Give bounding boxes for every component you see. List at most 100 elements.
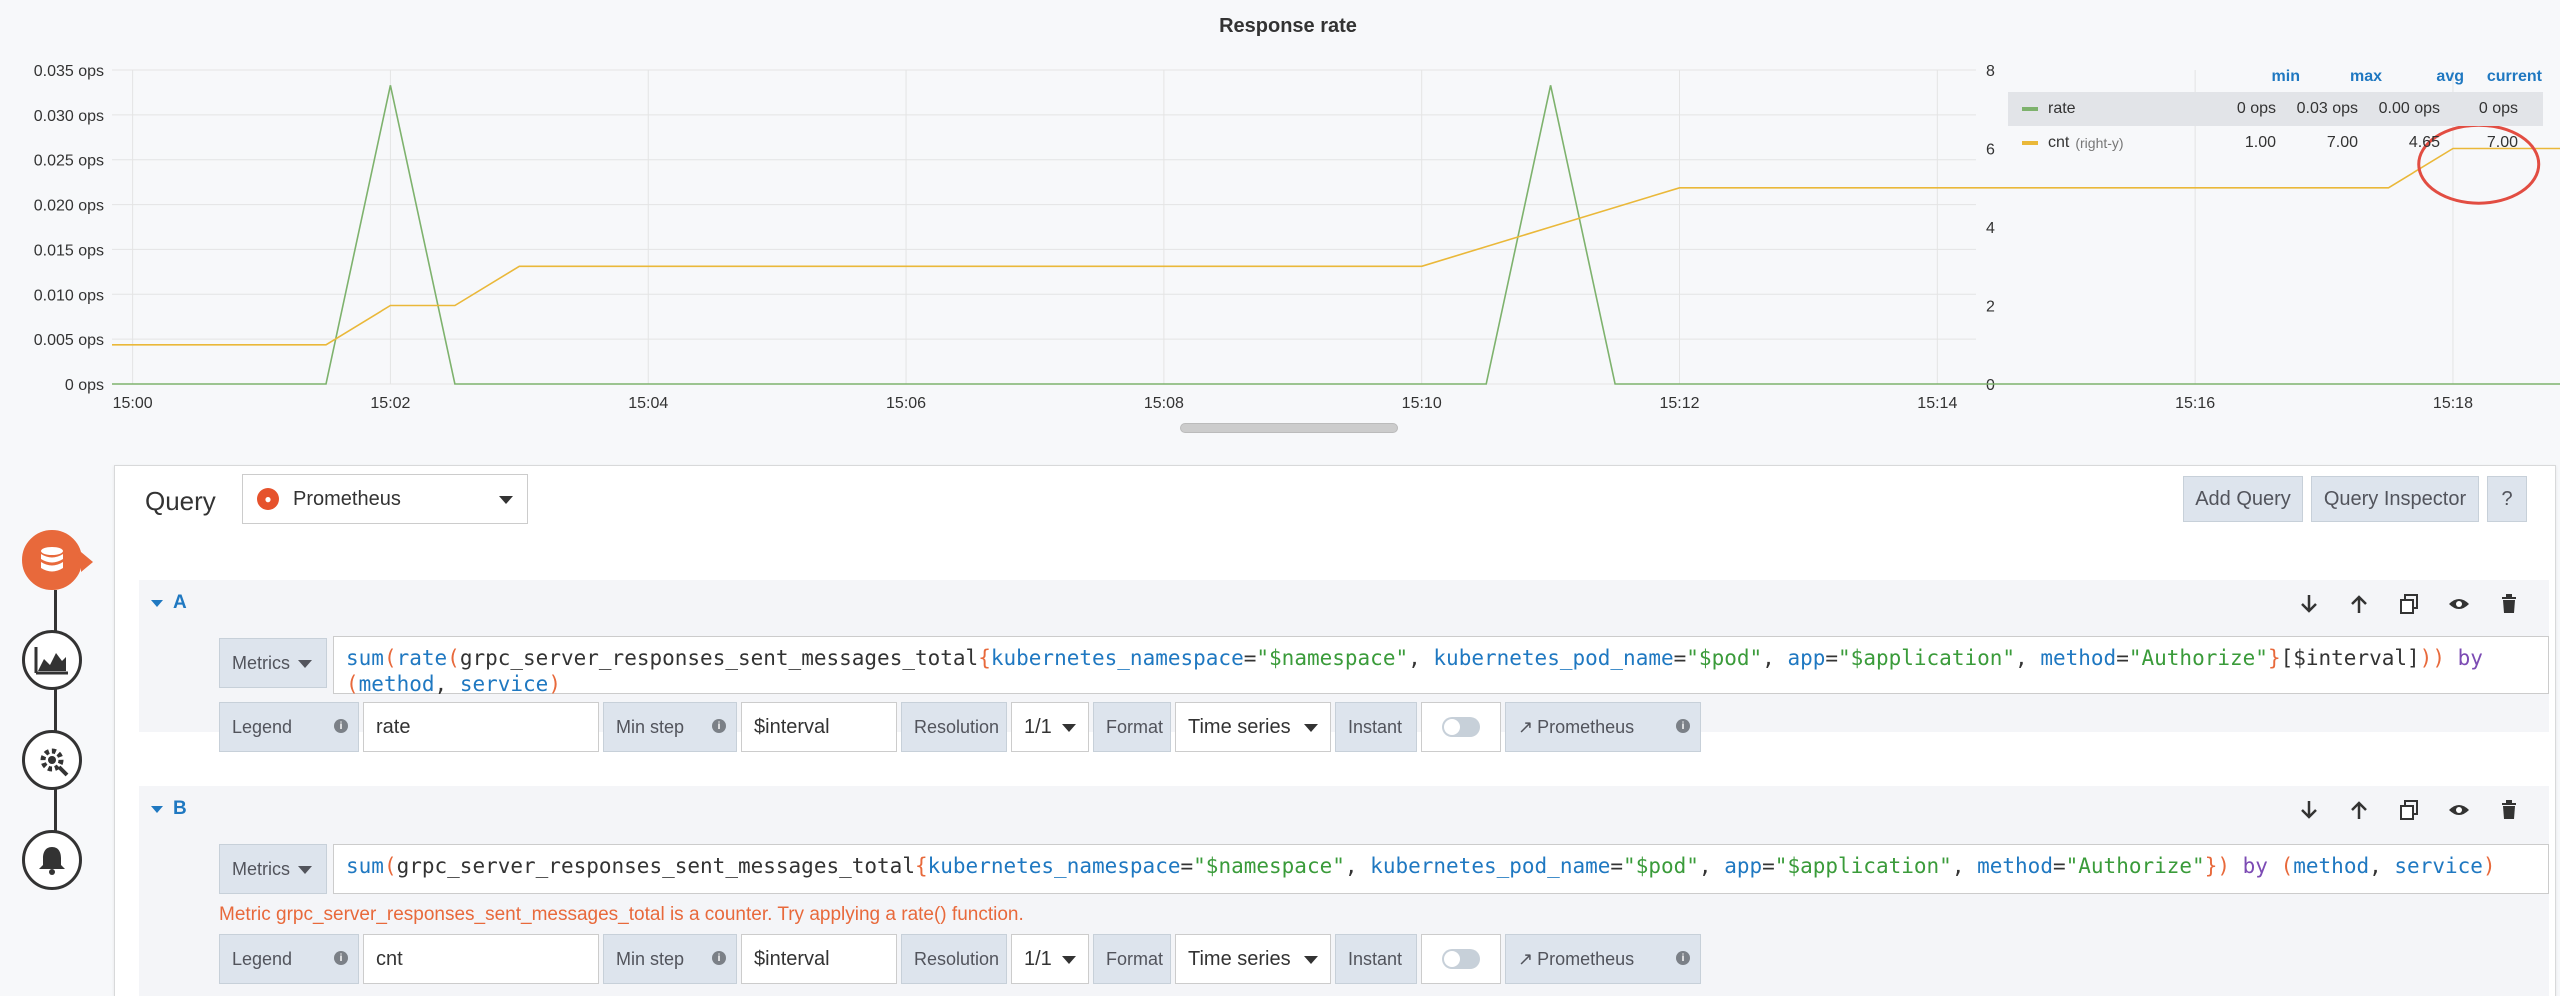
query-section-title: Query — [145, 486, 216, 516]
metrics-button[interactable]: Metrics — [219, 844, 327, 894]
code-token: grpc_server_responses_sent_messages_tota… — [396, 854, 915, 878]
trash-icon[interactable] — [2495, 796, 2523, 824]
alert-bell-icon — [39, 847, 65, 875]
legend-row-rate[interactable]: rate 0 ops 0.03 ops 0.00 ops 0 ops — [2008, 92, 2543, 126]
series-color-swatch[interactable] — [2022, 107, 2038, 111]
query-row-header-b[interactable]: B — [139, 786, 2549, 834]
query-row-header-a[interactable]: A — [139, 580, 2549, 628]
code-token: "$namespace" — [1193, 854, 1345, 878]
move-up-icon[interactable] — [2345, 796, 2373, 824]
info-icon[interactable]: i — [1676, 719, 1690, 733]
code-token: method — [2293, 854, 2370, 878]
x-tick-label: 15:16 — [2175, 395, 2215, 412]
horizontal-scrollbar[interactable] — [1180, 423, 1398, 433]
add-query-button[interactable]: Add Query — [2183, 476, 2303, 522]
graph-panel: Response rate 0.035 ops 0.030 ops 0.025 ops… — [0, 0, 2560, 440]
trash-icon[interactable] — [2495, 590, 2523, 618]
instant-toggle[interactable] — [1442, 949, 1480, 969]
queries-tab-button[interactable] — [22, 530, 93, 590]
y-left-tick-label: 0 ops — [65, 377, 104, 394]
toggle-visibility-eye-icon[interactable] — [2445, 590, 2473, 618]
code-token: , — [2015, 646, 2041, 670]
move-up-icon[interactable] — [2345, 590, 2373, 618]
counter-warning-message: Metric grpc_server_responses_sent_messag… — [219, 904, 1024, 925]
info-icon[interactable]: i — [334, 951, 348, 965]
query-inspector-button[interactable]: Query Inspector — [2311, 476, 2479, 522]
code-token: "Authorize" — [2065, 854, 2205, 878]
toggle-visibility-eye-icon[interactable] — [2445, 796, 2473, 824]
y-left-tick-label: 0.030 ops — [34, 108, 104, 125]
code-token: sum — [346, 854, 384, 878]
legend-row-cnt[interactable]: cnt (right-y) 1.00 7.00 4.65 7.00 — [2008, 126, 2543, 160]
code-token: method — [1977, 854, 2053, 878]
query-letter[interactable]: A — [151, 592, 187, 614]
resolution-select[interactable]: 1/1 — [1011, 702, 1089, 752]
legend-col-avg[interactable]: avg — [2382, 68, 2464, 86]
info-icon[interactable]: i — [712, 951, 726, 965]
series-color-swatch[interactable] — [2022, 141, 2038, 145]
legend-avg-value: 4.65 — [2408, 134, 2440, 151]
legend-label: Legend i — [219, 934, 359, 984]
info-icon[interactable]: i — [712, 719, 726, 733]
format-label: Format — [1093, 934, 1171, 984]
legend-col-max[interactable]: max — [2300, 68, 2382, 86]
legend-col-current[interactable]: current — [2464, 68, 2542, 86]
legend-series-name[interactable]: rate — [2048, 100, 2076, 118]
code-token: , — [1762, 646, 1788, 670]
promql-query-editor[interactable]: sum(rate(grpc_server_responses_sent_mess… — [333, 636, 2549, 696]
format-select[interactable]: Time series — [1175, 934, 1331, 984]
code-token: ) — [2482, 854, 2496, 878]
code-token: by — [2444, 646, 2483, 670]
promql-query-editor[interactable]: sum ( grpc_server_responses_sent_messages_… — [333, 844, 2549, 894]
datasource-picker[interactable]: ● Prometheus — [242, 474, 528, 524]
min-step-input[interactable]: $interval — [741, 702, 897, 752]
y-right-tick-label: 6 — [1986, 142, 1995, 159]
duplicate-icon[interactable] — [2395, 796, 2423, 824]
alert-tab-button[interactable] — [22, 830, 82, 890]
metrics-button[interactable]: Metrics — [219, 638, 327, 688]
prometheus-link[interactable]: ↗ Prometheus i — [1505, 702, 1701, 752]
y-right-tick-label: 0 — [1986, 377, 1995, 394]
info-icon[interactable]: i — [1676, 951, 1690, 965]
code-token: "$pod" — [1623, 854, 1699, 878]
instant-toggle-container — [1421, 702, 1501, 752]
code-token: , — [1698, 854, 1725, 878]
graph-legend: min max avg current rate 0 ops 0.03 ops … — [2008, 62, 2543, 160]
move-down-icon[interactable] — [2295, 796, 2323, 824]
code-token: "$application" — [1774, 854, 1952, 878]
code-token: ) — [2217, 854, 2231, 878]
legend-col-min[interactable]: min — [2222, 68, 2300, 86]
format-select[interactable]: Time series — [1175, 702, 1331, 752]
y-left-tick-label: 0.020 ops — [34, 198, 104, 215]
prometheus-link[interactable]: ↗ Prometheus i — [1505, 934, 1701, 984]
chevron-down-icon — [499, 496, 513, 504]
code-token: kubernetes_pod_name — [1433, 646, 1674, 670]
info-icon[interactable]: i — [334, 719, 348, 733]
code-token: , — [434, 672, 460, 696]
code-token: = — [2116, 646, 2129, 670]
min-step-input[interactable]: $interval — [741, 934, 897, 984]
legend-series-name[interactable]: cnt — [2048, 134, 2069, 152]
min-step-label: Min step i — [603, 702, 737, 752]
duplicate-icon[interactable] — [2395, 590, 2423, 618]
visualization-tab-button[interactable] — [22, 630, 82, 690]
instant-toggle[interactable] — [1442, 717, 1480, 737]
code-token: "Authorize" — [2128, 646, 2268, 670]
resolution-select[interactable]: 1/1 — [1011, 934, 1089, 984]
legend-format-input[interactable]: cnt — [363, 934, 599, 984]
help-button[interactable]: ? — [2487, 476, 2527, 522]
x-tick-label: 15:04 — [628, 395, 668, 412]
code-token: ( — [2280, 854, 2294, 878]
general-settings-tab-button[interactable] — [22, 730, 82, 790]
code-token: = — [1610, 854, 1624, 878]
legend-format-input[interactable]: rate — [363, 702, 599, 752]
legend-header: min max avg current — [2008, 62, 2543, 92]
chevron-down-icon — [298, 660, 312, 668]
chevron-down-icon — [1304, 724, 1318, 732]
move-down-icon[interactable] — [2295, 590, 2323, 618]
y-left-tick-label: 0.025 ops — [34, 153, 104, 170]
code-token: kubernetes_namespace — [990, 646, 1244, 670]
code-token: } — [2204, 854, 2218, 878]
query-letter[interactable]: B — [151, 798, 187, 820]
code-token: = — [1673, 646, 1687, 670]
